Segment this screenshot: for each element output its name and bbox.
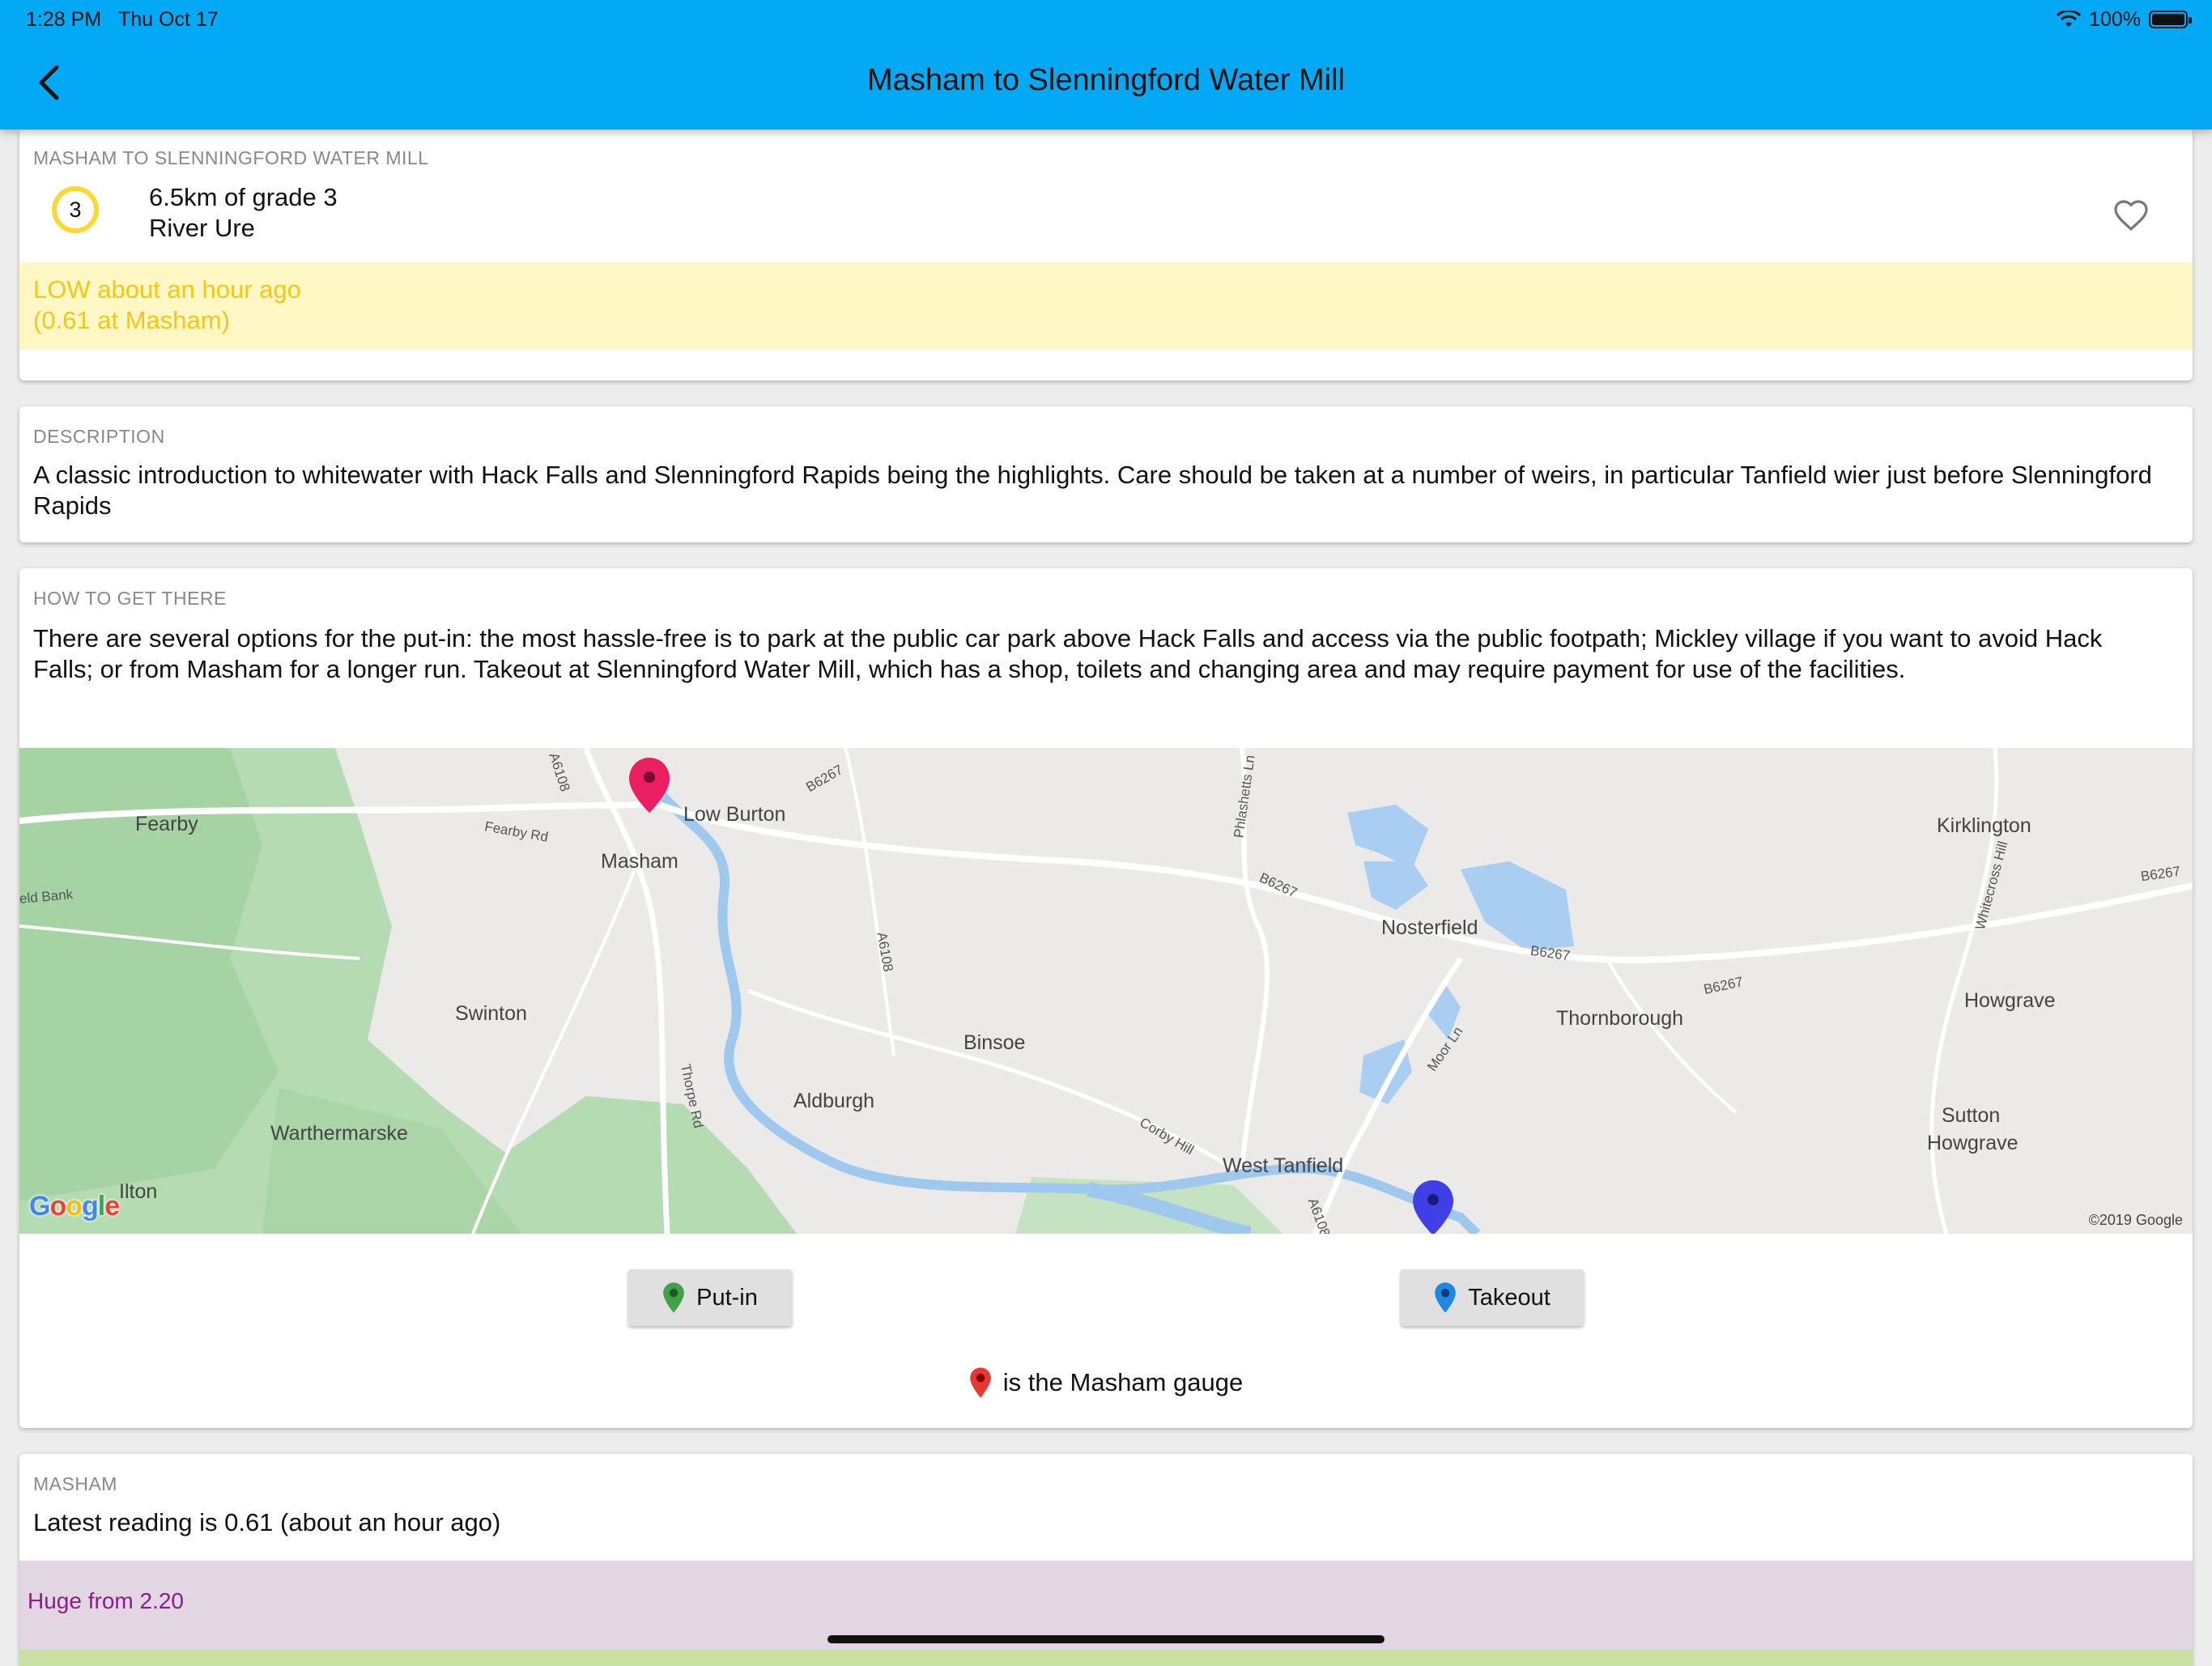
- gauge-overline: MASHAM: [33, 1473, 117, 1494]
- battery-fill: [2152, 14, 2184, 25]
- map-place: Masham: [601, 850, 678, 873]
- map-pin-icon: [1435, 1282, 1457, 1313]
- put-in-label: Put-in: [696, 1284, 758, 1311]
- status-time: 1:28 PM: [26, 8, 102, 31]
- map-pin-icon: [969, 1367, 991, 1398]
- battery-percent: 100%: [2089, 7, 2141, 31]
- map-place: Aldburgh: [793, 1090, 875, 1112]
- gauge-latest: Latest reading is 0.61 (about an hour ag…: [33, 1508, 501, 1536]
- huge-threshold: Huge from 2.20: [28, 1588, 184, 1613]
- map-copyright: ©2019 Google: [2088, 1212, 2183, 1228]
- description-text: A classic introduction to whitewater wit…: [33, 461, 2152, 520]
- route-map[interactable]: Fearby Low Burton Masham Swinton Warther…: [19, 748, 2193, 1234]
- put-in-button[interactable]: Put-in: [628, 1269, 792, 1326]
- map-place: Binsoe: [963, 1031, 1026, 1054]
- map-place: Thornborough: [1556, 1007, 1684, 1030]
- map-place: Fearby: [135, 813, 198, 835]
- grade-badge: 3: [52, 186, 99, 233]
- directions-text: There are several options for the put-in…: [33, 624, 2103, 683]
- map-place: Nosterfield: [1381, 916, 1478, 939]
- gauge-card: MASHAM Latest reading is 0.61 (about an …: [19, 1454, 2193, 1666]
- page-title: Masham to Slenningford Water Mill: [867, 63, 1345, 97]
- directions-overline: HOW TO GET THERE: [33, 588, 227, 609]
- map-place: Kirklington: [1937, 814, 2031, 837]
- level-status: LOW about an hour ago: [33, 275, 301, 304]
- battery-icon: [2149, 11, 2192, 28]
- summary-overline: MASHAM TO SLENNINGFORD WATER MILL: [33, 147, 429, 168]
- heart-outline-icon: [2114, 200, 2148, 232]
- takeout-marker[interactable]: [1413, 1180, 1453, 1234]
- gauge-note: is the Masham gauge: [19, 1366, 2193, 1399]
- status-date: Thu Oct 17: [118, 8, 219, 31]
- map-place: Howgrave: [1927, 1132, 2018, 1154]
- app-bar: 1:28 PM Thu Oct 17 100% Masham to Slenni…: [0, 0, 2212, 130]
- description-overline: DESCRIPTION: [33, 426, 165, 447]
- gauge-note-text: is the Masham gauge: [1002, 1368, 1244, 1396]
- status-indicators: 100%: [2057, 6, 2192, 32]
- distance-grade: 6.5km of grade 3: [149, 183, 338, 211]
- river-name: River Ure: [149, 214, 255, 242]
- takeout-label: Takeout: [1468, 1284, 1551, 1311]
- map-place: Ilton: [119, 1180, 158, 1203]
- takeout-button[interactable]: Takeout: [1401, 1269, 1584, 1326]
- map-place: West Tanfield: [1223, 1154, 1344, 1177]
- map-canvas: [19, 748, 2193, 1234]
- level-status-band: LOW about an hour ago (0.61 at Masham): [19, 262, 2193, 350]
- map-pin-icon: [663, 1282, 684, 1313]
- level-reading: (0.61 at Masham): [33, 306, 230, 334]
- wifi-icon: [2057, 11, 2082, 27]
- map-logo-text: Google: [29, 1191, 120, 1222]
- summary-card: MASHAM TO SLENNINGFORD WATER MILL 3 6.5k…: [19, 128, 2193, 380]
- put-in-marker[interactable]: [629, 758, 670, 819]
- grade-value: 3: [69, 197, 82, 222]
- map-logo: Google: [29, 1191, 120, 1222]
- description-card: DESCRIPTION A classic introduction to wh…: [19, 406, 2193, 542]
- map-place: Low Burton: [683, 803, 786, 826]
- map-place: Sutton: [1942, 1104, 2001, 1127]
- map-place: Warthermarske: [270, 1122, 408, 1145]
- favorite-button[interactable]: [2112, 196, 2150, 235]
- map-place: Howgrave: [1964, 989, 2056, 1012]
- map-place: Swinton: [455, 1002, 527, 1025]
- directions-card: HOW TO GET THERE There are several optio…: [19, 568, 2193, 1428]
- level-strip: [19, 1650, 2193, 1666]
- home-indicator[interactable]: [827, 1635, 1385, 1643]
